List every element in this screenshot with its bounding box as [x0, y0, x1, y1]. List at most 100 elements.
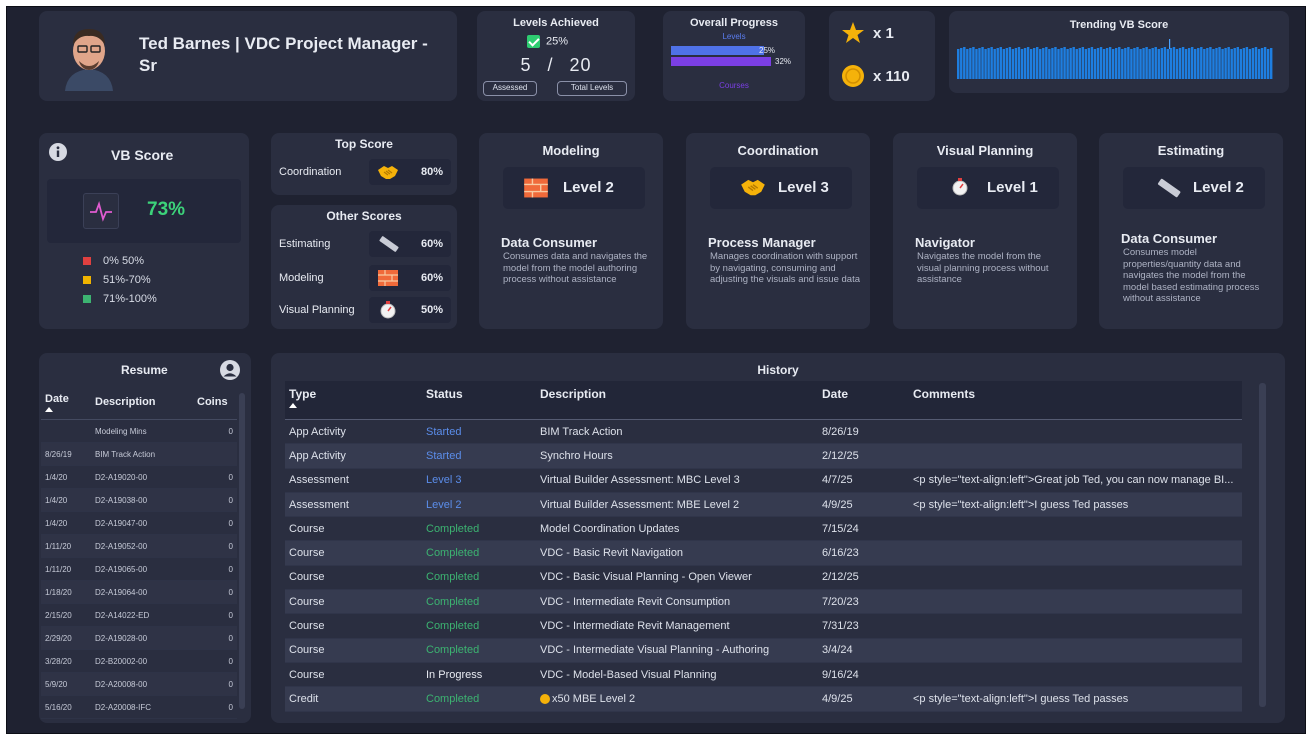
history-cell-description: VDC - Intermediate Visual Planning - Aut… [536, 638, 818, 663]
info-icon[interactable] [49, 143, 67, 161]
visual-planning-level-card[interactable]: Visual Planning Level 1 Navigator Naviga… [893, 133, 1077, 329]
resume-cell-description: D2-A19020-00 [91, 465, 193, 489]
history-col-description[interactable]: Description [536, 381, 818, 420]
history-row[interactable]: Assessment Level 2 Virtual Builder Assessm… [285, 492, 1242, 518]
resume-cell-description: D2-A20008-IFC [91, 695, 193, 719]
history-cell-description: VDC - Intermediate Revit Consumption [536, 589, 818, 615]
history-cell-status: Completed [422, 686, 536, 712]
history-col-status[interactable]: Status [422, 381, 536, 420]
history-row[interactable]: Course Completed VDC - Intermediate Revit … [285, 589, 1242, 615]
user-icon[interactable] [219, 359, 241, 381]
resume-row[interactable]: 1/4/20 D2-A19020-00 0 [41, 465, 237, 489]
other-scores-title: Other Scores [326, 209, 402, 223]
trend-bar [1063, 47, 1066, 79]
resume-row[interactable]: 5/16/20 D2-A20008-IFC 0 [41, 695, 237, 719]
history-cell-comments [909, 589, 1242, 615]
trend-bar [1121, 49, 1124, 79]
levels-achieved-title: Levels Achieved [513, 17, 599, 29]
resume-col-coins[interactable]: Coins [193, 385, 237, 420]
resume-row[interactable]: 3/28/20 D2-B20002-00 0 [41, 649, 237, 673]
resume-cell-description: D2-A20008-00 [91, 672, 193, 696]
handshake-icon [741, 179, 765, 196]
history-row[interactable]: Assessment Level 3 Virtual Builder Assessm… [285, 468, 1242, 493]
resume-cell-date: 1/4/20 [41, 465, 91, 489]
trend-bar [1212, 49, 1215, 79]
legend-yellow-swatch [83, 276, 91, 285]
stars-count: x 1 [873, 25, 894, 42]
courses-progress-bar [671, 57, 771, 66]
history-col-comments[interactable]: Comments [909, 381, 1242, 420]
resume-col-date[interactable]: Date [41, 385, 91, 420]
history-row[interactable]: App Activity Started BIM Track Action 8/26/… [285, 419, 1242, 445]
history-cell-date: 7/31/23 [818, 613, 909, 639]
trend-bar [981, 47, 984, 79]
resume-row[interactable]: 1/18/20 D2-A19064-00 0 [41, 580, 237, 604]
resume-cell-date: 2/29/20 [41, 626, 91, 650]
history-cell-type: Course [285, 589, 422, 615]
assessed-button[interactable]: Assessed [483, 81, 537, 96]
resume-row[interactable]: 5/9/20 D2-A20008-00 0 [41, 672, 237, 696]
resume-row[interactable]: 2/15/20 D2-A14022-ED 0 [41, 603, 237, 627]
resume-row[interactable]: 8/26/19 BIM Track Action [41, 442, 237, 466]
trend-bar [972, 47, 975, 79]
resume-row[interactable]: 2/29/20 D2-A19028-00 0 [41, 626, 237, 650]
resume-cell-coins: 0 [193, 488, 237, 512]
history-cell-comments [909, 540, 1242, 566]
history-row[interactable]: Course In Progress VDC - Model-Based Visua… [285, 662, 1242, 688]
level-card-description: Consumes data and navigates the model fr… [503, 251, 648, 285]
resume-row[interactable]: 1/11/20 D2-A19065-00 0 [41, 557, 237, 581]
trending-sparkbars [957, 39, 1273, 79]
profile-card: Ted Barnes | VDC Project Manager - Sr [39, 11, 457, 101]
trend-bar [1194, 49, 1197, 79]
history-row[interactable]: App Activity Started Synchro Hours 2/12/25 [285, 443, 1242, 469]
trend-bar [1081, 47, 1085, 79]
history-cell-date: 7/20/23 [818, 589, 909, 615]
trend-bar [1172, 47, 1176, 79]
history-col-type[interactable]: Type [285, 381, 422, 420]
sort-asc-icon [45, 406, 53, 412]
history-cell-status: Completed [422, 589, 536, 615]
history-row[interactable]: Course Completed VDC - Intermediate Revit … [285, 613, 1242, 639]
trending-title: Trending VB Score [1069, 19, 1169, 31]
history-row[interactable]: Course Completed VDC - Intermediate Visual… [285, 638, 1242, 663]
estimating-level-card[interactable]: Estimating Level 2 Data Consumer Consume… [1099, 133, 1283, 329]
trend-bar [1251, 48, 1255, 79]
history-row[interactable]: Course Completed Model Coordination Update… [285, 516, 1242, 542]
history-cell-status: Started [422, 443, 536, 469]
history-cell-type: App Activity [285, 443, 422, 469]
modeling-level-card[interactable]: Modeling Level 2 Data Consumer Consumes … [479, 133, 663, 329]
history-cell-type: Course [285, 613, 422, 639]
coordination-level-card[interactable]: Coordination Level 3 Process Manager Man… [686, 133, 870, 329]
level-card-title: Coordination [737, 143, 819, 158]
history-row[interactable]: Credit Completed x50 MBE Level 2 4/9/25 <p s… [285, 686, 1242, 712]
history-cell-type: Assessment [285, 468, 422, 493]
history-cell-type: Course [285, 516, 422, 542]
resume-col-description[interactable]: Description [91, 385, 193, 420]
resume-scrollbar[interactable] [239, 393, 245, 709]
history-cell-date: 7/15/24 [818, 516, 909, 542]
trend-bar [978, 48, 981, 79]
trend-bar [1090, 47, 1094, 79]
resume-cell-description: D2-A19052-00 [91, 534, 193, 558]
history-row[interactable]: Course Completed VDC - Basic Revit Navigat… [285, 540, 1242, 566]
trend-bar [1190, 47, 1194, 79]
resume-row[interactable]: 1/11/20 D2-A19052-00 0 [41, 534, 237, 558]
history-cell-type: Course [285, 638, 422, 663]
resume-row[interactable]: 1/4/20 D2-A19038-00 0 [41, 488, 237, 512]
resume-cell-date [41, 419, 91, 443]
history-scrollbar[interactable] [1259, 383, 1266, 707]
resume-row[interactable]: Modeling Mins 0 [41, 419, 237, 443]
resume-cell-coins [193, 442, 237, 466]
level-card-level: Level 2 [563, 179, 614, 196]
brick-icon [378, 270, 398, 286]
resume-row[interactable]: 1/4/20 D2-A19047-00 0 [41, 511, 237, 535]
level-card-role: Data Consumer [1121, 231, 1218, 246]
total-levels-button[interactable]: Total Levels [557, 81, 627, 96]
trend-bar [1005, 48, 1009, 79]
legend-high: 71%-100% [103, 293, 157, 305]
history-cell-date: 9/16/24 [818, 662, 909, 688]
history-col-date[interactable]: Date [818, 381, 909, 420]
history-row[interactable]: Course Completed VDC - Basic Visual Planni… [285, 565, 1242, 591]
history-cell-status: Completed [422, 565, 536, 591]
trend-bar [1148, 49, 1151, 79]
